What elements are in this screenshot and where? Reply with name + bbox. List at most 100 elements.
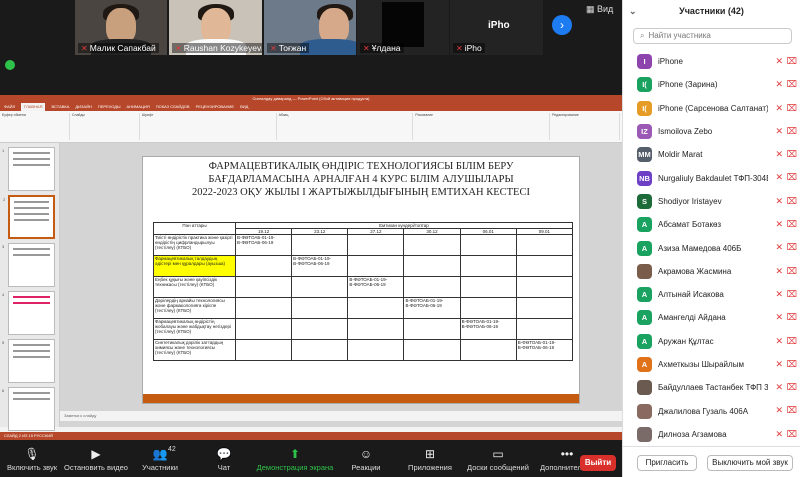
invite-button[interactable]: Пригласить [637,455,697,471]
next-page-button[interactable]: › [552,15,572,35]
participant-row[interactable]: A Абсамат Ботакөз ✕ ⌧ [623,213,800,236]
slide-thumbnail[interactable]: 5 [2,339,55,383]
participant-row[interactable]: Байдуллаев Тастанбек ТФП 3... ✕ ⌧ [623,376,800,399]
participants-button[interactable]: 👥 42 Участники [128,445,192,477]
unmute-button[interactable]: 🎙 Включить звук [0,445,64,477]
participant-row[interactable]: A Азиза Мамедова 406Б ✕ ⌧ [623,236,800,259]
table-cell [291,339,349,361]
avatar: A [637,357,652,372]
ribbon-tab[interactable]: РЕЦЕНЗИРОВАНИЕ [196,103,234,111]
participant-row[interactable]: Джалилова Гузаль 406А ✕ ⌧ [623,399,800,422]
participant-row[interactable]: MM Moldir Marat ✕ ⌧ [623,143,800,166]
reactions-button[interactable]: ☺ Реакции [334,445,398,477]
ribbon-tab[interactable]: ГЛАВНАЯ [21,103,46,111]
slide-thumbnail[interactable]: 6 [2,387,55,431]
powerpoint-ribbon: Буфер обмена Слайды Шрифт Абзац Рисовани… [0,111,622,143]
participant-name: Джалилова Гузаль 406А [658,406,749,416]
ribbon-group[interactable]: Шрифт [142,113,277,140]
ribbon-tab[interactable]: АНИМАЦИЯ [127,103,150,111]
whiteboard-button[interactable]: ▭ Доски сообщений [462,445,534,477]
avatar: A [637,240,652,256]
video-strip: ✕ Малик Сапакбай ✕ Raushan Kozykeyeva ✕ Тоғ… [0,0,622,55]
participant-row[interactable]: I(iPhone (Сарсенова Салтанат) ✕ ⌧ [623,97,800,120]
mic-muted-icon: ✕ [775,405,783,416]
ribbon-group[interactable]: Слайды [72,113,140,140]
table-cell [515,234,574,256]
participant-name: Амангелді Айдана [658,313,726,323]
avatar [637,263,652,279]
ribbon-group[interactable]: Буфер обмена [2,113,70,140]
participant-row[interactable]: A Ахметкызы Шырайлым ✕ ⌧ [623,353,800,376]
participant-row[interactable]: IiPhone ✕ ⌧ [623,50,800,73]
ribbon-group[interactable]: Абзац [279,113,414,140]
ribbon-tab[interactable]: ДИЗАЙН [75,103,91,111]
video-tile[interactable]: ✕ Тоғжан [264,0,356,55]
participants-panel: ⌄ Участники (42) ⌕ Найти участника IiPhon… [622,0,800,477]
table-cell-subject: Фармацевтикалық өндірістің жобалауы және… [153,318,236,340]
table-cell [234,276,293,298]
apps-button[interactable]: ⊞ Приложения [398,445,462,477]
mute-me-button[interactable]: Выключить мой звук [707,455,793,471]
table-row: Фармацевтикалық өндірістің жобалауы және… [153,318,574,340]
chat-button[interactable]: 💬 Чат [192,445,256,477]
video-tile[interactable]: iPho ✕ iPho [450,0,543,55]
view-button[interactable]: ▦ Вид [586,4,613,15]
ribbon-tab[interactable]: ВИД [240,103,248,111]
ribbon-group[interactable]: Рисование [415,113,551,140]
table-cell: В-ФӨТОАБ-01-19- В-ФӨТОАБ-06-19 [347,276,405,298]
video-tile[interactable]: ✕ Ұлдана [357,0,449,55]
video-tile[interactable]: ✕ Малик Сапакбай [75,0,167,55]
participant-row[interactable]: A Аружан Құлтас ✕ ⌧ [623,330,800,353]
participant-row[interactable]: Дилноза Агзамова ✕ ⌧ [623,423,800,446]
participant-row[interactable]: A Алтынай Исакова ✕ ⌧ [623,283,800,306]
ribbon-tab[interactable]: ПОКАЗ СЛАЙДОВ [156,103,190,111]
video-off-icon: ⌧ [786,265,797,276]
participant-row[interactable]: I(iPhone (Зарина) ✕ ⌧ [623,73,800,96]
chevron-right-icon: › [560,18,564,32]
video-off-icon: ⌧ [786,102,797,113]
slide[interactable]: ФАРМАЦЕВТИКАЛЫҚ ӨНДІРІС ТЕХНОЛОГИЯСЫ БІЛ… [142,156,580,404]
table-row: Тиісті өндірістік практика және қазіргі … [153,234,574,256]
table-cell-subject: Синтетикалық дәрілік заттардың химиясы ж… [153,339,236,361]
chat-icon: 💬 [216,447,232,461]
slide-notes[interactable]: Заметки к слайду [60,411,622,421]
chevron-down-icon[interactable]: ⌄ [629,0,637,22]
participant-row[interactable]: A Амангелді Айдана ✕ ⌧ [623,306,800,329]
video-tile-name: ✕ Ұлдана [360,43,404,53]
stop-video-button[interactable]: ▶ Остановить видео [64,445,128,477]
participant-row[interactable]: IZ Ismoilova Zebo ✕ ⌧ [623,120,800,143]
share-screen-button[interactable]: ⬆ Демонстрация экрана [256,445,334,477]
ribbon-tab[interactable]: ФАЙЛ [4,103,15,111]
table-cell [515,318,574,340]
participant-search-input[interactable]: ⌕ Найти участника [633,28,792,44]
table-cell: В-ФӨТОАБ-01-19- В-ФӨТОАБ-06-19 [234,234,293,256]
slide-thumbnail-active[interactable]: 2 [3,195,55,239]
mic-muted-icon: ✕ [775,149,783,160]
table-cell: В-ФӨТОАБ-01-19- В-ФӨТОАБ-06-19 [403,297,461,319]
video-off-icon: ⌧ [786,79,797,90]
leave-button[interactable]: Выйти [580,455,616,471]
participants-icon: 👥 [152,447,168,461]
mic-muted-icon: ✕ [775,265,783,276]
table-cell [403,339,461,361]
video-off-icon: ⌧ [786,149,797,160]
participant-name: iPhone (Сарсенова Салтанат) [658,103,768,113]
slide-thumbnail[interactable]: 4 [2,291,55,335]
avatar: A [637,287,652,303]
participant-row[interactable]: S Shodiyor Iristayev ✕ ⌧ [623,190,800,213]
participant-row[interactable]: Акрамова Жасмина ✕ ⌧ [623,260,800,283]
slide-thumbnail[interactable]: 3 [2,243,55,287]
video-tile[interactable]: ✕ Raushan Kozykeyeva [169,0,262,55]
table-cell [403,234,461,256]
ribbon-tab[interactable]: ПЕРЕХОДЫ [98,103,121,111]
slide-thumbnail[interactable]: 1 [2,147,55,191]
search-icon: ⌕ [640,31,645,40]
participant-name: Азиза Мамедова 406Б [658,243,742,253]
ribbon-tab[interactable]: ВСТАВКА [51,103,69,111]
mic-muted-icon: ✕ [775,428,783,439]
table-cell-subject: Тиісті өндірістік практика және қазіргі … [153,234,236,256]
participant-row[interactable]: NB Nurgaliuly Bakdaulet ТФП-304Б ✕ ⌧ [623,166,800,189]
shared-screen: Сигналдау диваранд — PowerPoint (Сбой ак… [0,95,622,440]
ribbon-group[interactable]: Редактирование [552,113,621,140]
share-screen-icon: ⬆ [289,447,301,461]
